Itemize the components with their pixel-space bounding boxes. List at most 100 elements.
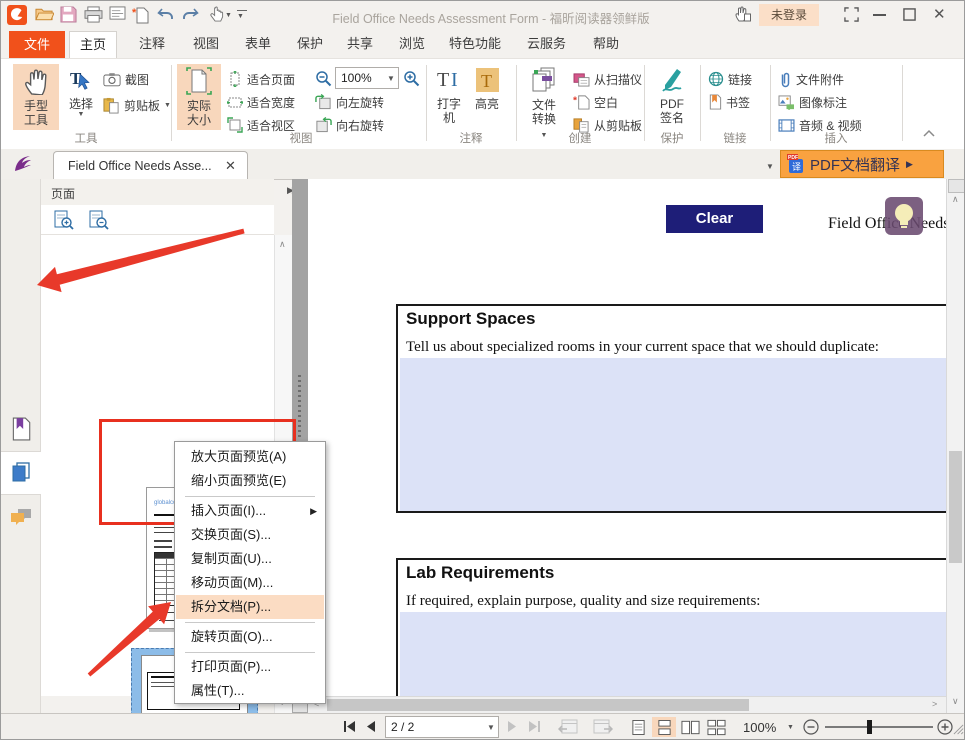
next-page-icon[interactable] — [507, 720, 518, 733]
h-scroll-right-icon[interactable]: > — [932, 700, 937, 709]
menu-tab-protect[interactable]: 保护 — [287, 31, 333, 57]
image-annotation-button[interactable]: 图像标注 — [778, 92, 847, 112]
zoom-in-icon[interactable] — [403, 70, 420, 87]
zoom-slider-track[interactable] — [825, 726, 933, 728]
minimize-button[interactable] — [873, 14, 886, 16]
menu-item-zoom-in-preview[interactable]: 放大页面预览(A) — [176, 445, 324, 469]
reading-brush-icon[interactable] — [13, 154, 33, 174]
hint-lightbulb-icon[interactable] — [885, 197, 923, 235]
v-scroll-down-icon[interactable]: ∨ — [952, 697, 959, 706]
document-horizontal-scrollbar[interactable]: < > — [308, 696, 946, 713]
zoom-out-icon[interactable] — [315, 70, 332, 87]
menu-item-swap-pages[interactable]: 交换页面(S)... — [176, 523, 324, 547]
menu-tab-home[interactable]: 主页 — [69, 31, 117, 58]
menu-tab-help[interactable]: 帮助 — [583, 31, 629, 57]
typewriter-button[interactable]: TI 打字机 — [431, 64, 467, 130]
undo-icon[interactable] — [157, 8, 175, 26]
fit-page-button[interactable]: 适合页面 — [227, 69, 295, 89]
snapshot-button[interactable]: 截图 — [103, 69, 149, 89]
zoom-out-page-preview-icon[interactable] — [88, 210, 109, 231]
menu-item-zoom-out-preview[interactable]: 缩小页面预览(E) — [176, 469, 324, 493]
fit-width-button[interactable]: 适合宽度 — [227, 92, 295, 112]
previous-view-icon[interactable] — [558, 719, 578, 735]
continuous-layout-icon[interactable] — [652, 717, 676, 737]
next-view-icon[interactable] — [593, 719, 613, 735]
previous-page-icon[interactable] — [365, 720, 376, 733]
select-tool-button[interactable]: T 选择 ▼ — [61, 64, 101, 130]
bookmark-button[interactable]: 书签 — [708, 92, 750, 112]
document-tab[interactable]: Field Office Needs Asse... ✕ — [53, 151, 248, 180]
hand-tool-button[interactable]: 手型工具 — [13, 64, 59, 130]
v-scroll-thumb[interactable] — [949, 451, 962, 563]
menu-item-duplicate-pages[interactable]: 复制页面(U)... — [176, 547, 324, 571]
menu-item-print-pages[interactable]: 打印页面(P)... — [176, 655, 324, 679]
zoom-plus-icon[interactable] — [937, 719, 953, 735]
customize-toolbar-icon[interactable]: ▼ — [237, 10, 247, 20]
menu-tab-comment[interactable]: 注释 — [129, 31, 175, 57]
document-vertical-scrollbar[interactable]: ∧ ∨ — [946, 179, 964, 713]
new-document-icon[interactable]: * — [132, 6, 150, 24]
h-scroll-thumb[interactable] — [327, 699, 749, 711]
menu-tab-form[interactable]: 表单 — [235, 31, 281, 57]
login-status-badge[interactable]: 未登录 — [759, 4, 819, 26]
file-attachment-button[interactable]: 文件附件 — [778, 69, 844, 89]
zoom-percentage[interactable]: 100% — [743, 720, 776, 735]
open-file-icon[interactable] — [35, 6, 53, 24]
restore-button[interactable] — [903, 8, 921, 26]
resize-grip-icon[interactable] — [953, 724, 964, 735]
v-scroll-split-handle[interactable] — [948, 179, 965, 193]
collapse-ribbon-icon[interactable] — [923, 129, 935, 137]
menu-tab-browse[interactable]: 浏览 — [389, 31, 435, 57]
save-icon[interactable] — [60, 6, 78, 24]
pages-panel-tab-active[interactable] — [1, 451, 41, 495]
clipboard-button[interactable]: 剪贴板 ▼ — [103, 95, 171, 115]
menu-tab-view[interactable]: 视图 — [183, 31, 229, 57]
thumbnails-scroll-up-icon[interactable]: ∧ — [279, 240, 286, 249]
from-scanner-button[interactable]: 从扫描仪 — [573, 69, 642, 89]
document-properties-icon[interactable] — [109, 6, 127, 24]
zoom-level-combo[interactable]: 100% ▼ — [335, 67, 399, 89]
clear-form-button[interactable]: Clear — [666, 205, 763, 233]
layout-corners-icon[interactable] — [844, 7, 862, 25]
file-convert-button[interactable]: 文件转换 ▼ — [522, 64, 566, 130]
redo-icon[interactable] — [182, 8, 200, 26]
pdf-sign-button[interactable]: PDF签名 — [650, 64, 694, 130]
zoom-in-page-preview-icon[interactable] — [53, 210, 74, 231]
menu-item-split-document[interactable]: 拆分文档(P)... — [176, 595, 324, 619]
pdf-translate-button[interactable]: 译PDF PDF文档翻译 ▶ — [780, 150, 944, 178]
hand-tool-dropdown-caret[interactable]: ▼ — [225, 12, 232, 19]
last-page-icon[interactable] — [528, 720, 542, 733]
v-scroll-up-icon[interactable]: ∧ — [952, 195, 959, 204]
menu-item-rotate-pages[interactable]: 旋转页面(O)... — [176, 625, 324, 649]
comments-panel-icon[interactable] — [10, 507, 32, 529]
zoom-status-caret[interactable]: ▼ — [787, 724, 794, 731]
actual-size-button[interactable]: 实际大小 — [177, 64, 221, 130]
first-page-icon[interactable] — [342, 720, 356, 733]
page-number-combo[interactable]: 2 / 2 ▼ — [385, 716, 499, 738]
continuous-facing-layout-icon[interactable] — [704, 717, 728, 737]
highlight-button[interactable]: T 高亮 — [469, 64, 505, 130]
menu-tab-share[interactable]: 共享 — [337, 31, 383, 57]
support-spaces-input-field[interactable] — [400, 358, 946, 511]
single-page-layout-icon[interactable] — [626, 717, 650, 737]
zoom-minus-icon[interactable] — [803, 719, 819, 735]
menu-tab-cloud[interactable]: 云服务 — [517, 31, 576, 57]
share-icon[interactable] — [734, 5, 752, 23]
zoom-slider-thumb[interactable] — [867, 720, 872, 734]
close-button[interactable]: ✕ — [933, 5, 946, 25]
lab-requirements-input-field[interactable] — [400, 612, 946, 696]
rotate-left-button[interactable]: 向左旋转 — [315, 92, 384, 112]
blank-page-button[interactable]: * 空白 — [573, 92, 618, 112]
document-view[interactable]: Clear Field Office Needs Support Spaces … — [308, 179, 946, 696]
bookmarks-panel-icon[interactable] — [10, 417, 32, 439]
menu-item-properties[interactable]: 属性(T)... — [176, 679, 324, 703]
menu-tab-file[interactable]: 文件 — [9, 31, 65, 58]
facing-layout-icon[interactable] — [678, 717, 702, 737]
menu-tab-features[interactable]: 特色功能 — [439, 31, 511, 57]
close-tab-icon[interactable]: ✕ — [225, 158, 247, 174]
tab-overflow-caret[interactable]: ▼ — [766, 162, 774, 171]
menu-item-insert-pages[interactable]: 插入页面(I)... — [176, 499, 324, 523]
link-button[interactable]: 链接 — [708, 69, 752, 89]
print-icon[interactable] — [84, 6, 102, 24]
menu-item-move-pages[interactable]: 移动页面(M)... — [176, 571, 324, 595]
